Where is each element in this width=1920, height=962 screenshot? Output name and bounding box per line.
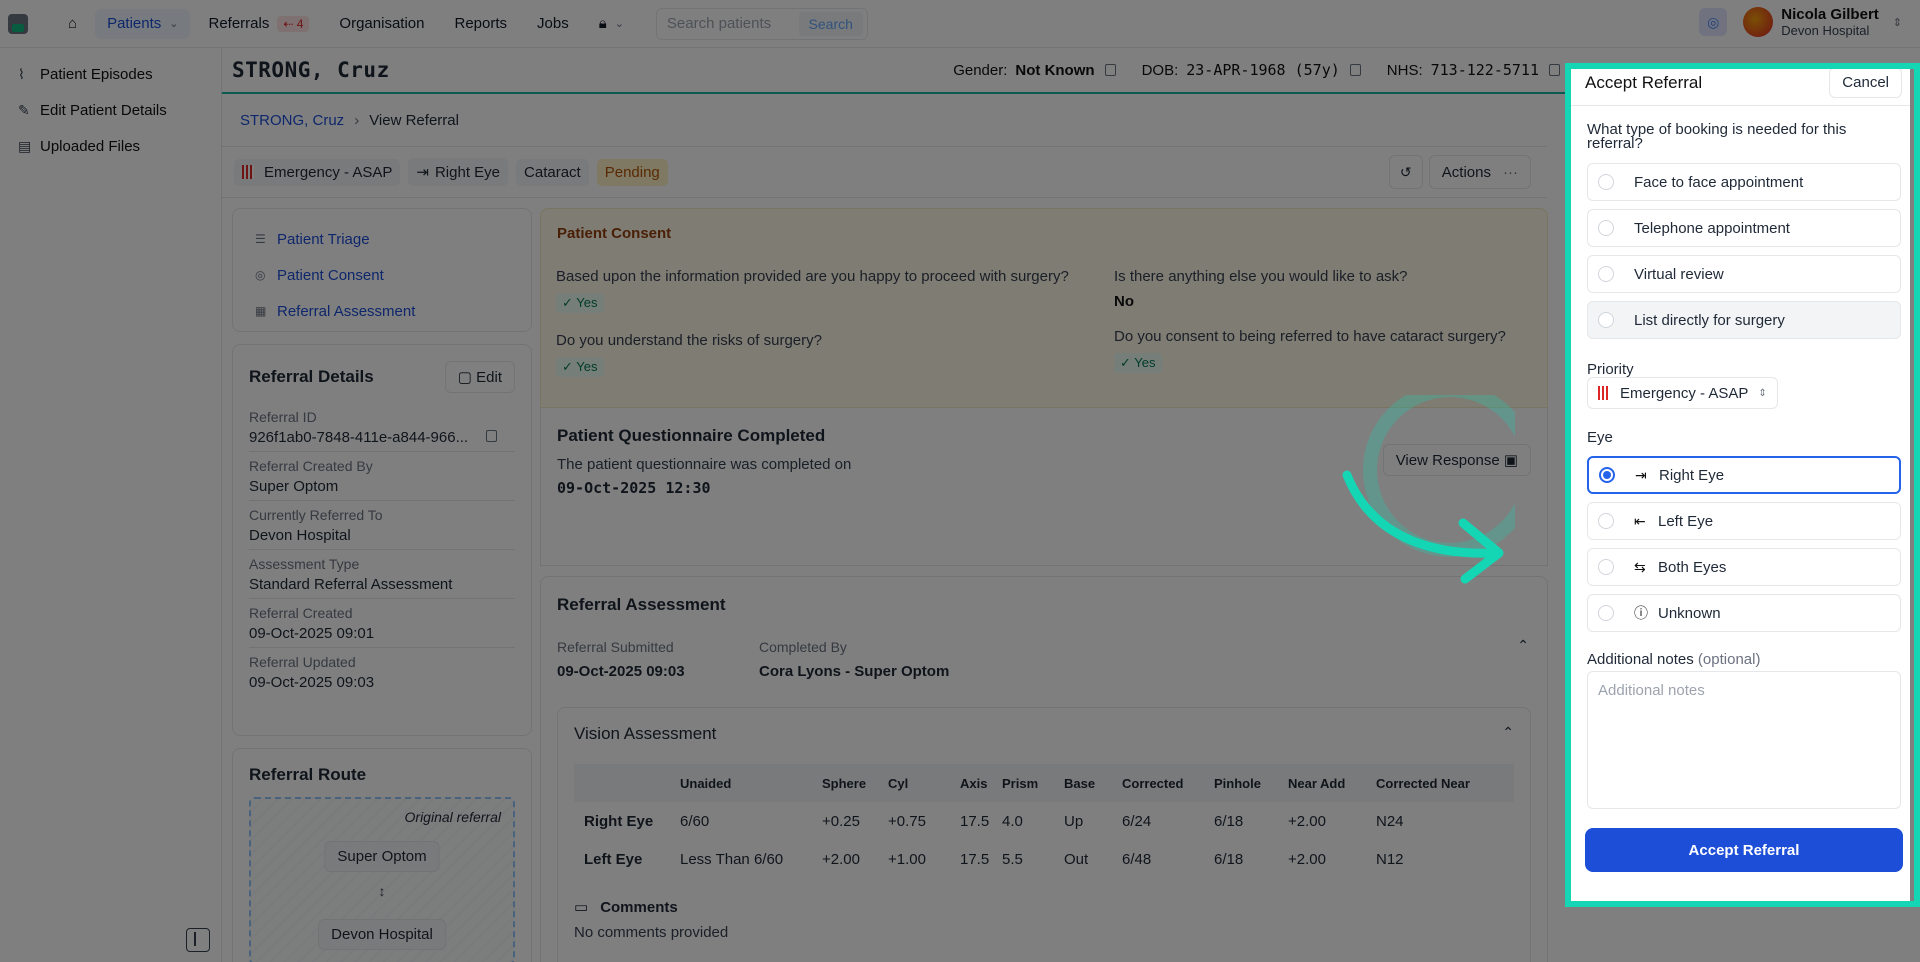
notes-label: Additional notes (optional) (1587, 651, 1760, 668)
eye-option-both[interactable]: ⇆ Both Eyes (1587, 548, 1901, 586)
booking-option-face-to-face[interactable]: Face to face appointment (1587, 163, 1901, 201)
booking-option-list-surgery[interactable]: List directly for surgery (1587, 301, 1901, 339)
booking-option-telephone[interactable]: Telephone appointment (1587, 209, 1901, 247)
divider (1569, 105, 1910, 106)
additional-notes-field[interactable] (1587, 671, 1901, 809)
eye-option-right[interactable]: ⇥ Right Eye (1587, 456, 1901, 494)
highlight-arrow-icon (1342, 395, 1515, 584)
radio-button[interactable] (1598, 605, 1614, 621)
notes-label-text: Additional notes (1587, 651, 1694, 668)
cancel-button[interactable]: Cancel (1829, 67, 1902, 98)
eye-option-unknown[interactable]: ⓘ Unknown (1587, 594, 1901, 632)
priority-select-value: Emergency - ASAP (1620, 384, 1749, 402)
option-label: Telephone appointment (1634, 219, 1790, 237)
radio-button[interactable] (1598, 174, 1614, 190)
eye-option-left[interactable]: ⇤ Left Eye (1587, 502, 1901, 540)
arrow-right-to-line-icon: ⇥ (1635, 466, 1647, 483)
priority-icon (1598, 386, 1610, 400)
notes-optional: (optional) (1697, 651, 1761, 668)
option-label: Both Eyes (1658, 558, 1727, 576)
help-circle-icon: ⓘ (1634, 605, 1648, 621)
booking-option-virtual[interactable]: Virtual review (1587, 255, 1901, 293)
option-label: Right Eye (1659, 466, 1725, 484)
radio-button[interactable] (1598, 312, 1614, 328)
eye-label: Eye (1587, 429, 1613, 446)
arrows-left-right-icon: ⇆ (1634, 558, 1646, 575)
option-label: List directly for surgery (1634, 311, 1785, 329)
arrow-left-to-line-icon: ⇤ (1634, 512, 1646, 529)
radio-button[interactable] (1598, 513, 1614, 529)
booking-question: What type of booking is needed for this … (1587, 121, 1847, 152)
option-label: Unknown (1658, 604, 1721, 622)
radio-button[interactable] (1598, 266, 1614, 282)
panel-title: Accept Referral (1585, 73, 1703, 92)
option-label: Face to face appointment (1634, 173, 1804, 191)
accept-referral-button[interactable]: Accept Referral (1585, 828, 1903, 872)
priority-label: Priority (1587, 361, 1634, 378)
priority-select[interactable]: Emergency - ASAP ⇕ (1587, 377, 1778, 409)
radio-button[interactable] (1598, 559, 1614, 575)
option-label: Left Eye (1658, 512, 1714, 530)
accept-referral-panel: Accept Referral Cancel What type of book… (1569, 67, 1910, 903)
chevron-updown-icon: ⇕ (1758, 387, 1767, 399)
radio-button[interactable] (1598, 220, 1614, 236)
option-label: Virtual review (1634, 265, 1724, 283)
radio-button[interactable] (1599, 467, 1615, 483)
